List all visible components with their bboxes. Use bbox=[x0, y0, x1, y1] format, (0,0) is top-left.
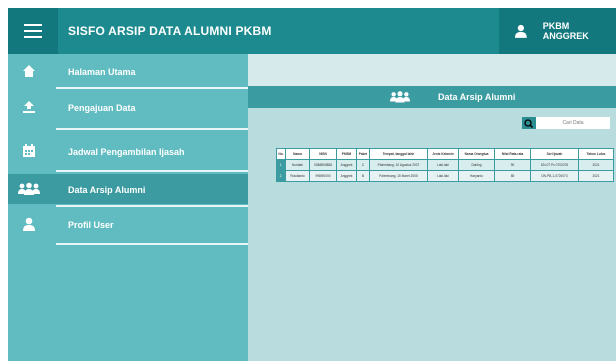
table-cell: 85 bbox=[494, 170, 531, 182]
table-cell: Anggrek bbox=[336, 170, 357, 182]
sidebar-item-data-arsip-alumni[interactable]: Data Arsip Alumni bbox=[8, 174, 248, 204]
column-header: Seri Ijazah bbox=[530, 148, 579, 160]
sidebar-item-label: Halaman Utama bbox=[68, 67, 136, 77]
column-header: Tahun Lulus bbox=[578, 148, 614, 160]
sidebar: Halaman Utama Pengajuan Data Jadwal Peng… bbox=[8, 54, 248, 361]
table-cell: DN-07 Pc 0702078 bbox=[530, 159, 579, 171]
upload-icon bbox=[23, 101, 35, 113]
search-icon bbox=[524, 119, 534, 129]
menu-icon-bar bbox=[24, 24, 42, 26]
page-title: Data Arsip Alumni bbox=[438, 92, 516, 102]
calendar-icon bbox=[23, 144, 35, 157]
sidebar-item-label: Pengajuan Data bbox=[68, 103, 136, 113]
user-icon bbox=[23, 217, 35, 231]
column-header: Jenis Kelamin bbox=[427, 148, 459, 160]
column-header: Nama Orangtua bbox=[458, 148, 495, 160]
alumni-table: No. Nama NISN PKBM Paket Tempat, tanggal… bbox=[276, 148, 614, 182]
table-cell: 1. bbox=[276, 159, 286, 171]
table-cell: 9989/0000 bbox=[309, 170, 337, 182]
sidebar-item-profil-user[interactable]: Profil User bbox=[8, 210, 248, 240]
sidebar-divider bbox=[56, 205, 248, 207]
table-cell: DN-PB-1-0720073 bbox=[530, 170, 579, 182]
table-cell: Laki-laki bbox=[427, 159, 459, 171]
table-cell: 2. bbox=[276, 170, 286, 182]
sidebar-divider bbox=[56, 243, 248, 245]
section-title-bar: Data Arsip Alumni bbox=[248, 86, 616, 108]
table-cell: Rusdianto bbox=[285, 170, 310, 182]
main-top-band bbox=[248, 54, 616, 86]
search-bar bbox=[522, 117, 612, 129]
column-header: Nilai Rata-rata bbox=[494, 148, 531, 160]
sidebar-item-pengajuan-data[interactable]: Pengajuan Data bbox=[8, 92, 248, 122]
sidebar-item-label: Jadwal Pengambilan Ijasah bbox=[68, 147, 185, 157]
column-header: NISN bbox=[309, 148, 337, 160]
sidebar-divider bbox=[56, 87, 248, 89]
table-cell: 2021 bbox=[578, 170, 614, 182]
table-cell: 90 bbox=[494, 159, 531, 171]
menu-icon-bar bbox=[24, 36, 42, 38]
table-cell: 0088800888 bbox=[309, 159, 337, 171]
table-cell: Palembang, 10 Agustus 2007 bbox=[369, 159, 428, 171]
table-cell: C bbox=[356, 159, 370, 171]
sidebar-item-label: Profil User bbox=[68, 220, 114, 230]
table-row[interactable]: 2. Rusdianto 9989/0000 Anggrek B Palemba… bbox=[276, 170, 614, 182]
table-cell: Palembang, 15 Maret 2005 bbox=[369, 170, 428, 182]
column-header: No. bbox=[276, 148, 286, 160]
column-header: Tempat, tanggal lahir bbox=[369, 148, 428, 160]
sidebar-item-jadwal[interactable]: Jadwal Pengambilan Ijasah bbox=[8, 134, 248, 168]
column-header: Nama bbox=[285, 148, 310, 160]
users-icon bbox=[390, 91, 410, 103]
sidebar-item-label: Data Arsip Alumni bbox=[68, 185, 146, 195]
sidebar-divider bbox=[56, 128, 248, 130]
user-name: PKBM ANGGREK bbox=[542, 21, 589, 41]
hamburger-menu-button[interactable] bbox=[8, 8, 58, 54]
user-icon bbox=[515, 24, 527, 38]
table-cell: Anggrek bbox=[336, 159, 357, 171]
app-title: SISFO ARSIP DATA ALUMNI PKBM bbox=[68, 24, 272, 38]
table-cell: B bbox=[356, 170, 370, 182]
search-button[interactable] bbox=[522, 117, 536, 129]
column-header: PKBM bbox=[336, 148, 357, 160]
table-cell: 2021 bbox=[578, 159, 614, 171]
table-cell: Haryanto bbox=[458, 170, 495, 182]
users-icon bbox=[18, 182, 40, 195]
menu-icon-bar bbox=[24, 30, 42, 32]
table-cell: Nurdiah bbox=[285, 159, 310, 171]
sidebar-divider bbox=[56, 170, 248, 172]
table-row[interactable]: 1. Nurdiah 0088800888 Anggrek C Palemban… bbox=[276, 159, 614, 171]
column-header: Paket bbox=[356, 148, 370, 160]
table-cell: Darling bbox=[458, 159, 495, 171]
sidebar-item-halaman-utama[interactable]: Halaman Utama bbox=[8, 57, 248, 85]
app-frame: SISFO ARSIP DATA ALUMNI PKBM PKBM ANGGRE… bbox=[0, 0, 616, 361]
table-header-row: No. Nama NISN PKBM Paket Tempat, tanggal… bbox=[276, 148, 614, 160]
main-content: Data Arsip Alumni No. Nama NISN PKBM bbox=[248, 54, 616, 361]
user-menu[interactable]: PKBM ANGGREK bbox=[499, 8, 616, 54]
top-header: SISFO ARSIP DATA ALUMNI PKBM PKBM ANGGRE… bbox=[8, 8, 616, 54]
search-input[interactable] bbox=[536, 117, 610, 129]
home-icon bbox=[23, 65, 35, 77]
table-cell: Laki-laki bbox=[427, 170, 459, 182]
